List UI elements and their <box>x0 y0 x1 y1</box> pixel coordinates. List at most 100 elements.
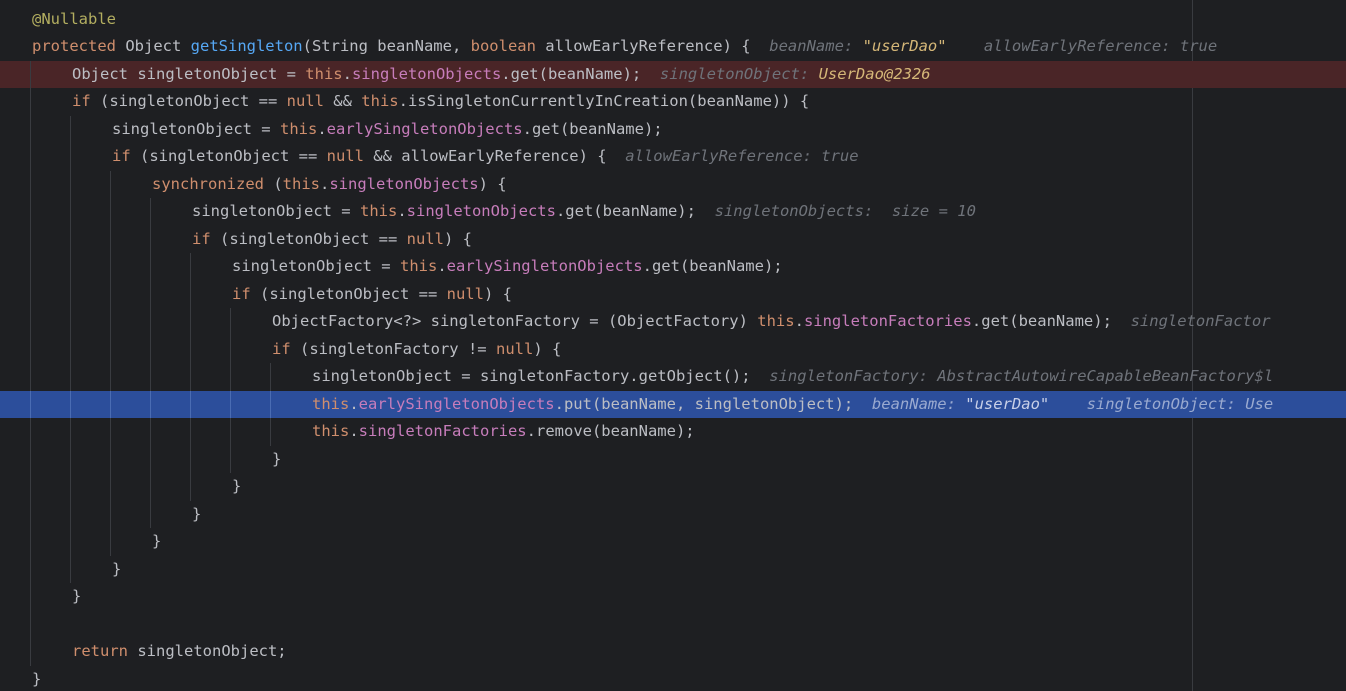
indent-guide <box>70 555 71 583</box>
indent-guide <box>270 363 271 391</box>
code-line[interactable] <box>0 610 1346 638</box>
code-token: . <box>342 64 352 83</box>
breakpoint-line[interactable]: Object singletonObject = this.singletonO… <box>0 60 1346 89</box>
indent-guide <box>150 253 151 281</box>
indent-guide <box>190 280 191 308</box>
code-line[interactable]: if (singletonObject == null && this.isSi… <box>0 88 1346 116</box>
indent-guide <box>70 225 71 253</box>
indent-guide <box>150 225 151 253</box>
code-line[interactable]: if (singletonObject == null) { <box>0 280 1346 308</box>
code-token: . <box>317 119 327 138</box>
inline-debug-value: UserDao@2326 <box>818 64 931 83</box>
indent-guide <box>70 198 71 226</box>
indent-guide <box>30 363 31 391</box>
code-token: return <box>72 642 128 660</box>
indent-guide <box>190 445 191 473</box>
indent-guide <box>230 445 231 473</box>
code-line[interactable]: } <box>0 583 1346 611</box>
indent-guide <box>30 473 31 501</box>
code-line[interactable]: } <box>0 666 1346 691</box>
code-line-content: @Nullable <box>32 6 116 34</box>
indent-guide <box>30 143 31 171</box>
code-editor[interactable]: @Nullable protected Object getSingleton(S… <box>0 0 1346 691</box>
code-line-content: if (singletonFactory != null) { <box>272 336 561 364</box>
code-line-content: if (singletonObject == null) { <box>192 226 472 254</box>
code-line[interactable]: if (singletonFactory != null) { <box>0 335 1346 364</box>
code-token: && <box>323 92 362 110</box>
indent-guide <box>230 335 231 363</box>
code-line-content: return singletonObject; <box>72 638 287 666</box>
indent-guide <box>110 335 111 363</box>
indent-guide <box>150 418 151 446</box>
code-token: singletonObjects <box>329 174 479 193</box>
code-token: (singletonObject == <box>130 147 327 165</box>
code-line[interactable]: if (singletonObject == null && allowEarl… <box>0 143 1346 171</box>
code-line[interactable]: singletonObject = this.earlySingletonObj… <box>0 115 1346 144</box>
code-token: earlySingletonObjects <box>446 257 643 275</box>
code-token: (singletonObject == <box>210 229 407 248</box>
code-token: @Nullable <box>32 9 116 28</box>
indent-guide <box>30 500 31 528</box>
code-token: null <box>406 229 444 248</box>
current-execution-line[interactable]: this.earlySingletonObjects.put(beanName,… <box>0 390 1346 418</box>
code-line[interactable]: } <box>0 445 1346 474</box>
code-line[interactable]: } <box>0 500 1346 528</box>
code-line[interactable]: @Nullable <box>0 6 1346 34</box>
code-line[interactable]: return singletonObject; <box>0 638 1346 666</box>
code-token: this <box>312 422 350 440</box>
code-line[interactable]: } <box>0 555 1346 584</box>
indent-guide <box>110 170 111 198</box>
code-line-content: Object singletonObject = this.singletonO… <box>72 61 931 89</box>
code-token: } <box>232 477 242 495</box>
indent-guide <box>30 170 31 198</box>
code-token: } <box>152 532 162 550</box>
code-line[interactable]: singletonObject = this.earlySingletonObj… <box>0 253 1346 281</box>
indent-guide <box>190 363 191 391</box>
indent-guide <box>110 363 111 391</box>
code-line-content: singletonObject = this.earlySingletonObj… <box>112 116 663 144</box>
code-token: . <box>794 312 804 330</box>
code-token: singletonFactories <box>358 422 527 440</box>
code-token: } <box>192 504 202 523</box>
indent-guide <box>30 555 31 583</box>
indent-guide <box>150 445 151 473</box>
indent-guide <box>70 115 71 143</box>
code-token: getSingleton <box>190 37 303 55</box>
code-token: Object <box>116 37 191 55</box>
code-token: null <box>286 92 324 110</box>
code-token: allowEarlyReference) { <box>535 37 751 55</box>
code-line[interactable]: protected Object getSingleton(String bea… <box>0 33 1346 61</box>
code-line[interactable]: if (singletonObject == null) { <box>0 225 1346 254</box>
code-line[interactable]: synchronized (this.singletonObjects) { <box>0 170 1346 198</box>
indent-guide <box>190 390 191 418</box>
code-line-content: singletonObject = this.singletonObjects.… <box>192 198 976 226</box>
code-token: } <box>272 449 282 468</box>
indent-guide <box>70 473 71 501</box>
code-token: null <box>495 339 534 358</box>
indent-guide <box>70 390 71 418</box>
indent-guide <box>230 418 231 446</box>
code-line[interactable]: ObjectFactory<?> singletonFactory = (Obj… <box>0 308 1346 336</box>
indent-guide <box>30 583 31 611</box>
code-token: if <box>232 284 251 303</box>
code-line[interactable]: singletonObject = this.singletonObjects.… <box>0 198 1346 226</box>
code-line-content: } <box>112 556 121 584</box>
code-token: this <box>305 64 343 83</box>
indent-guide <box>70 253 71 281</box>
code-line[interactable]: singletonObject = singletonFactory.getOb… <box>0 363 1346 391</box>
indent-guide <box>190 418 191 446</box>
code-token: .get(beanName); <box>501 64 642 83</box>
inline-debug-value: allowEarlyReference: true <box>946 37 1218 55</box>
inline-debug-value: "userDao" <box>965 394 1050 413</box>
code-line-content: } <box>272 446 281 474</box>
code-token: . <box>349 394 359 413</box>
code-line[interactable]: } <box>0 473 1346 501</box>
code-token: if <box>112 147 131 165</box>
code-line[interactable]: } <box>0 528 1346 556</box>
indent-guide <box>190 253 191 281</box>
code-token: earlySingletonObjects <box>326 119 523 138</box>
indent-guide <box>70 418 71 446</box>
code-token: earlySingletonObjects <box>358 394 555 413</box>
code-token: } <box>112 559 122 578</box>
code-line[interactable]: this.singletonFactories.remove(beanName)… <box>0 418 1346 446</box>
